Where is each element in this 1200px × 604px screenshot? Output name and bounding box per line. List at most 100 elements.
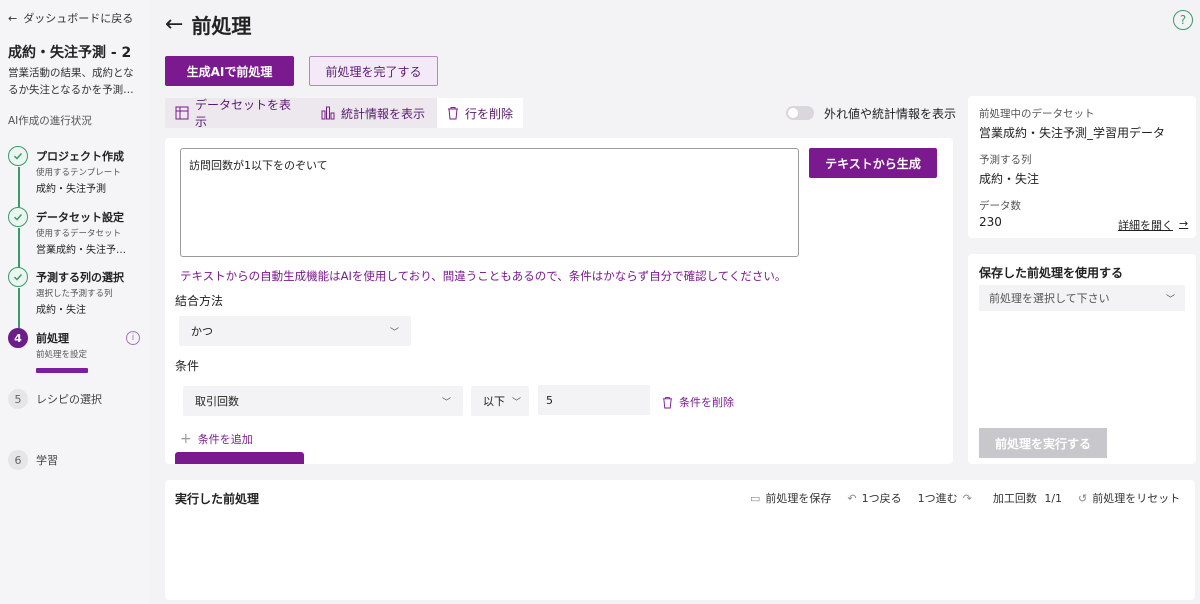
step-connector	[18, 288, 20, 328]
tab-delete-rows[interactable]: 行を削除	[437, 98, 523, 128]
tab-label: 行を削除	[465, 106, 514, 121]
ai-warning-text: テキストからの自動生成機能はAIを使用しており、間違うこともあるので、条件はかな…	[180, 269, 787, 283]
step-number: 6	[8, 450, 28, 470]
edit-count-label: 加工回数	[992, 492, 1037, 505]
step-name: 予測する列の選択	[36, 271, 124, 284]
reset-icon: ↺	[1078, 492, 1088, 505]
step-value: 成約・失注	[36, 305, 86, 316]
step-value: 成約・失注予測	[36, 184, 106, 195]
saved-preprocess-placeholder: 前処理を選択して下さい	[989, 292, 1110, 305]
chevron-down-icon: ﹀	[441, 397, 451, 408]
active-step-indicator	[36, 368, 88, 373]
save-preprocess-button[interactable]: ▭ 前処理を保存	[750, 490, 831, 506]
add-condition-button[interactable]: + 条件を追加	[180, 431, 253, 447]
save-label: 前処理を保存	[765, 492, 832, 505]
run-preprocess-button[interactable]: 前処理を実行する	[979, 428, 1107, 458]
step-name: 前処理	[36, 332, 69, 345]
condition-value-input[interactable]: 5	[538, 385, 650, 415]
step-sub: 前処理を設定	[36, 350, 88, 360]
ai-preprocess-button[interactable]: 生成AIで前処理	[165, 56, 294, 86]
join-method-label: 結合方法	[175, 294, 224, 308]
reset-preprocess-button[interactable]: ↺ 前処理をリセット	[1078, 490, 1180, 506]
condition-column-select[interactable]: 取引回数 ﹀	[183, 386, 463, 416]
undo-button[interactable]: ↶ 1つ戻る	[847, 490, 901, 506]
undo-label: 1つ戻る	[861, 492, 902, 505]
toggle-label: 外れ値や統計情報を表示	[824, 107, 957, 121]
step-name: 学習	[36, 454, 58, 467]
back-link-label: ダッシュボードに戻る	[23, 12, 134, 25]
saved-preprocess-select[interactable]: 前処理を選択して下さい ﹀	[979, 285, 1185, 311]
chevron-down-icon: ﹀	[1165, 294, 1175, 305]
toolbar-tabs: データセットを表示 統計情報を表示 行を削除	[165, 98, 523, 129]
info-icon[interactable]: i	[126, 331, 140, 345]
step-number: 5	[8, 389, 28, 409]
project-description: 営業活動の結果、成約となるか失注となるかを予測…	[8, 67, 134, 96]
count-value: 230	[979, 215, 1002, 229]
redo-icon: ↷	[962, 492, 972, 505]
join-method-select[interactable]: かつ ﹀	[179, 316, 411, 346]
condition-label: 条件	[175, 359, 200, 373]
progress-title: AI作成の進行状況	[8, 115, 92, 127]
step-name: データセット設定	[36, 211, 124, 224]
join-method-value: かつ	[191, 325, 213, 338]
dataset-value: 営業成約・失注予測_学習用データ	[979, 126, 1166, 140]
saved-preprocess-title: 保存した前処理を使用する	[979, 266, 1124, 280]
step-connector	[18, 167, 20, 207]
step-value: 営業成約・失注予…	[36, 245, 126, 256]
tab-show-dataset[interactable]: データセットを表示	[165, 98, 311, 129]
redo-label: 1つ進む	[917, 492, 958, 505]
add-condition-label: 条件を追加	[197, 433, 253, 446]
target-label: 予測する列	[979, 154, 1032, 166]
project-title: 成約・失注予測 - 2	[8, 45, 132, 61]
trash-icon	[662, 396, 673, 409]
delete-condition-label: 条件を削除	[679, 396, 734, 409]
edit-count: 加工回数 1/1	[993, 490, 1062, 506]
check-icon	[8, 146, 28, 166]
generate-from-text-button[interactable]: テキストから生成	[809, 148, 937, 178]
undo-icon: ↶	[847, 492, 857, 505]
count-label: データ数	[979, 200, 1021, 212]
delete-condition-button[interactable]: 条件を削除	[662, 394, 734, 410]
back-to-dashboard-link[interactable]: ← ダッシュボードに戻る	[8, 10, 133, 26]
step-number: 4	[8, 328, 28, 348]
chevron-down-icon: ﹀	[511, 397, 521, 408]
condition-operator-value: 以下	[483, 395, 505, 408]
complete-preprocess-button[interactable]: 前処理を完了する	[309, 56, 438, 86]
condition-operator-select[interactable]: 以下 ﹀	[471, 386, 529, 416]
step-sub: 選択した予測する列	[36, 289, 113, 299]
outlier-stats-toggle[interactable]	[786, 106, 814, 120]
edit-count-value: 1/1	[1044, 492, 1063, 505]
page-title-text: 前処理	[191, 14, 252, 38]
chevron-down-icon: ﹀	[389, 327, 399, 338]
trash-icon	[447, 106, 459, 120]
check-icon	[8, 267, 28, 287]
help-icon[interactable]: ?	[1173, 10, 1193, 30]
apply-button-partial[interactable]	[175, 452, 304, 464]
save-icon: ▭	[750, 492, 761, 505]
tab-label: 統計情報を表示	[341, 106, 426, 121]
tab-show-stats[interactable]: 統計情報を表示	[311, 98, 437, 128]
condition-text-input[interactable]: 訪問回数が1以下をのぞいて	[180, 148, 799, 257]
check-icon	[8, 207, 28, 227]
history-title: 実行した前処理	[175, 492, 260, 506]
reset-label: 前処理をリセット	[1092, 492, 1181, 505]
condition-value: 5	[546, 393, 553, 407]
arrow-right-icon: →	[1179, 217, 1189, 230]
bar-chart-icon	[321, 106, 335, 120]
open-details-label: 詳細を開く	[1118, 219, 1173, 232]
step-name: プロジェクト作成	[36, 150, 124, 163]
step-connector	[18, 228, 20, 268]
step-name: レシピの選択	[36, 393, 102, 406]
redo-button[interactable]: 1つ進む ↷	[918, 490, 977, 506]
target-value: 成約・失注	[979, 172, 1040, 186]
open-details-link[interactable]: 詳細を開く →	[1118, 217, 1188, 233]
back-arrow-icon[interactable]: ←	[165, 12, 183, 37]
dataset-label: 前処理中のデータセット	[979, 108, 1095, 120]
arrow-left-icon: ←	[8, 11, 18, 25]
condition-column-value: 取引回数	[195, 395, 239, 408]
dataset-icon	[175, 106, 189, 120]
history-actions: ▭ 前処理を保存 ↶ 1つ戻る 1つ進む ↷ 加工回数 1/1 ↺ 前処理をリセット	[750, 490, 1180, 506]
step-sub: 使用するテンプレート	[36, 168, 121, 178]
page-title: ← 前処理	[165, 10, 251, 39]
plus-icon: +	[180, 431, 192, 447]
